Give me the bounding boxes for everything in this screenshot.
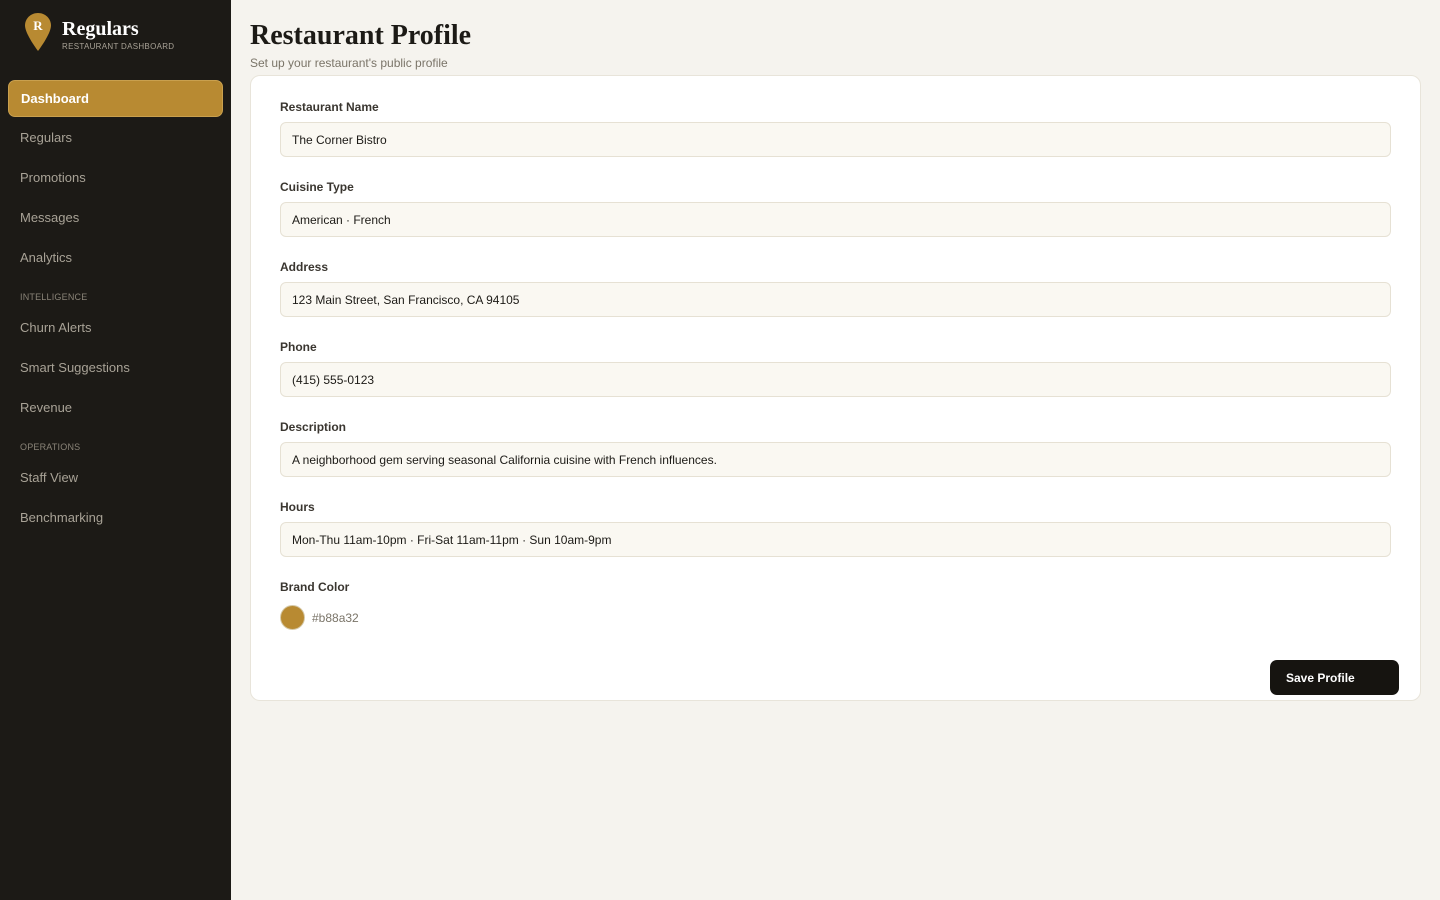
phone-field: Phone (280, 340, 1391, 397)
sidebar-nav: Dashboard Regulars Promotions Messages A… (8, 80, 223, 540)
page-subtitle: Set up your restaurant's public profile (250, 56, 448, 70)
sidebar-item-analytics[interactable]: Analytics (8, 240, 223, 277)
app-root: R Regulars RESTAURANT DASHBOARD Dashboar… (0, 0, 1440, 900)
hours-label: Hours (280, 500, 315, 514)
cuisine-type-field: Cuisine Type (280, 180, 1391, 237)
cuisine-type-input[interactable] (280, 202, 1391, 237)
cuisine-type-label: Cuisine Type (280, 180, 354, 194)
main-content: Restaurant Profile Set up your restauran… (231, 0, 1440, 900)
sidebar-item-staff-view[interactable]: Staff View (8, 460, 223, 497)
brand-color-label: Brand Color (280, 580, 350, 594)
sidebar-item-promotions[interactable]: Promotions (8, 160, 223, 197)
sidebar-item-regulars[interactable]: Regulars (8, 120, 223, 157)
page-title: Restaurant Profile (250, 20, 472, 51)
description-label: Description (280, 420, 347, 434)
restaurant-name-label: Restaurant Name (280, 100, 379, 114)
brand-subtitle: RESTAURANT DASHBOARD (62, 42, 175, 51)
hours-field: Hours (280, 500, 1391, 557)
hours-input[interactable] (280, 522, 1391, 557)
profile-form-card: Restaurant Name Cuisine Type Address Pho… (250, 75, 1421, 701)
address-label: Address (280, 260, 329, 274)
sidebar-item-smart-suggestions[interactable]: Smart Suggestions (8, 350, 223, 387)
sidebar-item-churn-alerts[interactable]: Churn Alerts (8, 310, 223, 347)
sidebar-item-benchmarking[interactable]: Benchmarking (8, 500, 223, 537)
sidebar-section-intelligence: INTELLIGENCE (20, 292, 88, 302)
location-pin-logo-icon: R (25, 13, 51, 51)
brand[interactable]: R Regulars RESTAURANT DASHBOARD (25, 13, 174, 52)
brand-color-swatch[interactable] (280, 605, 305, 630)
brand-initial: R (33, 18, 43, 33)
address-input[interactable] (280, 282, 1391, 317)
restaurant-name-field: Restaurant Name (280, 100, 1391, 157)
description-field: Description (280, 420, 1391, 477)
sidebar-item-revenue[interactable]: Revenue (8, 390, 223, 427)
sidebar-section-operations: OPERATIONS (20, 442, 81, 452)
phone-input[interactable] (280, 362, 1391, 397)
sidebar-item-dashboard[interactable]: Dashboard (8, 80, 223, 117)
brand-text: Regulars RESTAURANT DASHBOARD (62, 13, 174, 52)
description-input[interactable] (280, 442, 1391, 477)
brand-color-row: #b88a32 (280, 605, 1391, 630)
brand-color-field: Brand Color #b88a32 (280, 580, 1391, 630)
sidebar: R Regulars RESTAURANT DASHBOARD Dashboar… (0, 0, 231, 900)
phone-label: Phone (280, 340, 317, 354)
restaurant-name-input[interactable] (280, 122, 1391, 157)
save-profile-button[interactable]: Save Profile (1270, 660, 1399, 695)
brand-color-hex: #b88a32 (312, 610, 359, 625)
brand-name: Regulars (62, 18, 139, 40)
address-field: Address (280, 260, 1391, 317)
sidebar-item-messages[interactable]: Messages (8, 200, 223, 237)
